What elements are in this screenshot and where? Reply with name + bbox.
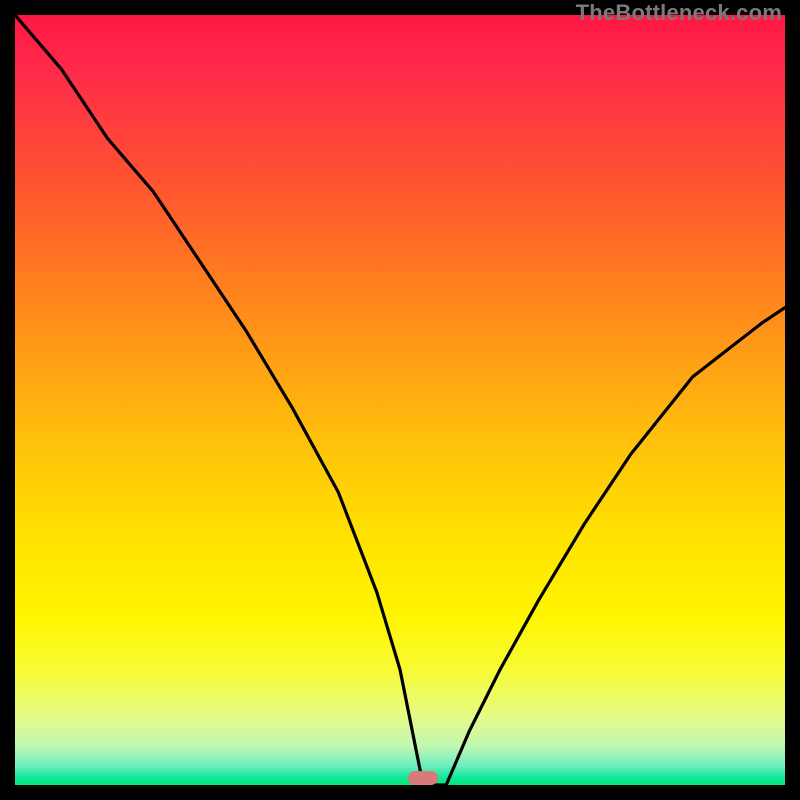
watermark-text: TheBottleneck.com xyxy=(576,0,782,26)
curve-path xyxy=(15,15,785,785)
optimum-marker xyxy=(408,771,438,785)
bottleneck-curve xyxy=(15,15,785,785)
chart-frame: TheBottleneck.com xyxy=(0,0,800,800)
plot-area xyxy=(15,15,785,785)
